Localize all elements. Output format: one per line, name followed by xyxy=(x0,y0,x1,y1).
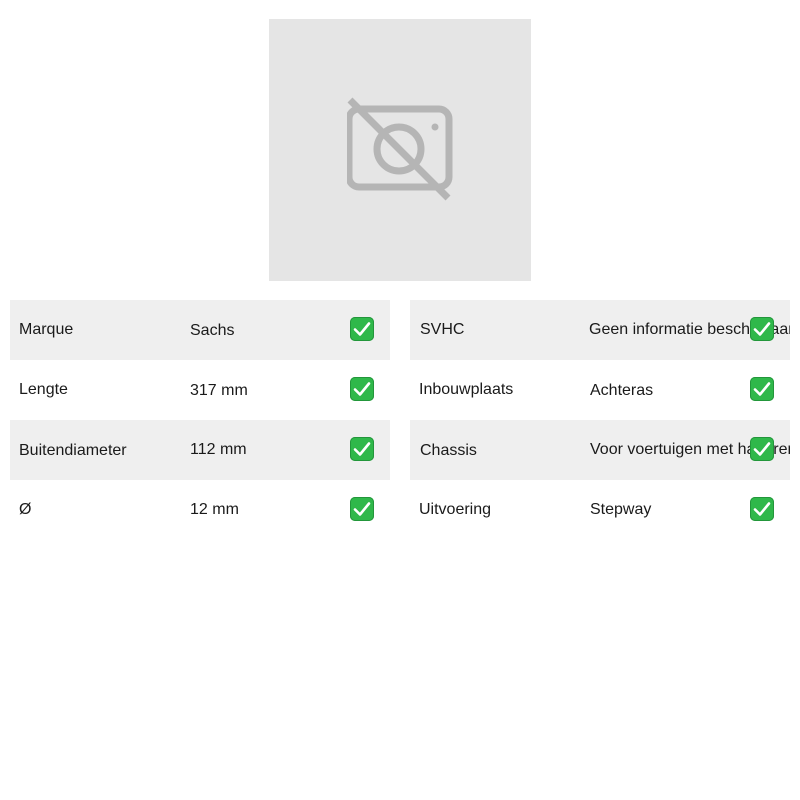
spec-label: SVHC xyxy=(420,321,465,338)
spec-value: Stepway xyxy=(590,501,652,518)
spec-value: Sachs xyxy=(190,322,235,339)
spec-label: Ø xyxy=(19,501,32,518)
spec-row: Buitendiameter 112 mm xyxy=(10,420,390,480)
spec-row: Marque Sachs xyxy=(10,300,390,360)
spec-value: 12 mm xyxy=(190,501,239,518)
spec-table-left: Marque Sachs Lengte 317 mm Buitendiamete… xyxy=(10,300,390,540)
spec-row: Chassis Voor voertuigen met handrem xyxy=(410,420,790,480)
spec-row: Ø 12 mm xyxy=(10,480,390,540)
check-icon xyxy=(350,437,374,461)
check-icon xyxy=(750,317,774,341)
check-icon xyxy=(350,377,374,401)
spec-value: 317 mm xyxy=(190,382,248,399)
spec-label: Inbouwplaats xyxy=(419,381,514,398)
spec-label: Marque xyxy=(19,321,74,338)
product-image-placeholder xyxy=(269,19,531,281)
spec-label: Buitendiameter xyxy=(19,442,127,459)
no-photo-icon xyxy=(347,97,453,201)
check-icon xyxy=(350,497,374,521)
check-icon xyxy=(750,377,774,401)
spec-label: Uitvoering xyxy=(419,501,492,518)
spec-label: Lengte xyxy=(19,381,68,398)
spec-row: Uitvoering Stepway xyxy=(410,480,790,540)
spec-table-right: SVHC Geen informatie beschikbaar Inbouwp… xyxy=(410,300,790,540)
check-icon xyxy=(350,317,374,341)
spec-row: Inbouwplaats Achteras xyxy=(410,360,790,420)
spec-value: Achteras xyxy=(590,382,654,399)
check-icon xyxy=(750,437,774,461)
spec-row: Lengte 317 mm xyxy=(10,360,390,420)
check-icon xyxy=(750,497,774,521)
spec-row: SVHC Geen informatie beschikbaar xyxy=(410,300,790,360)
spec-label: Chassis xyxy=(420,442,477,459)
spec-value: 112 mm xyxy=(190,441,247,458)
